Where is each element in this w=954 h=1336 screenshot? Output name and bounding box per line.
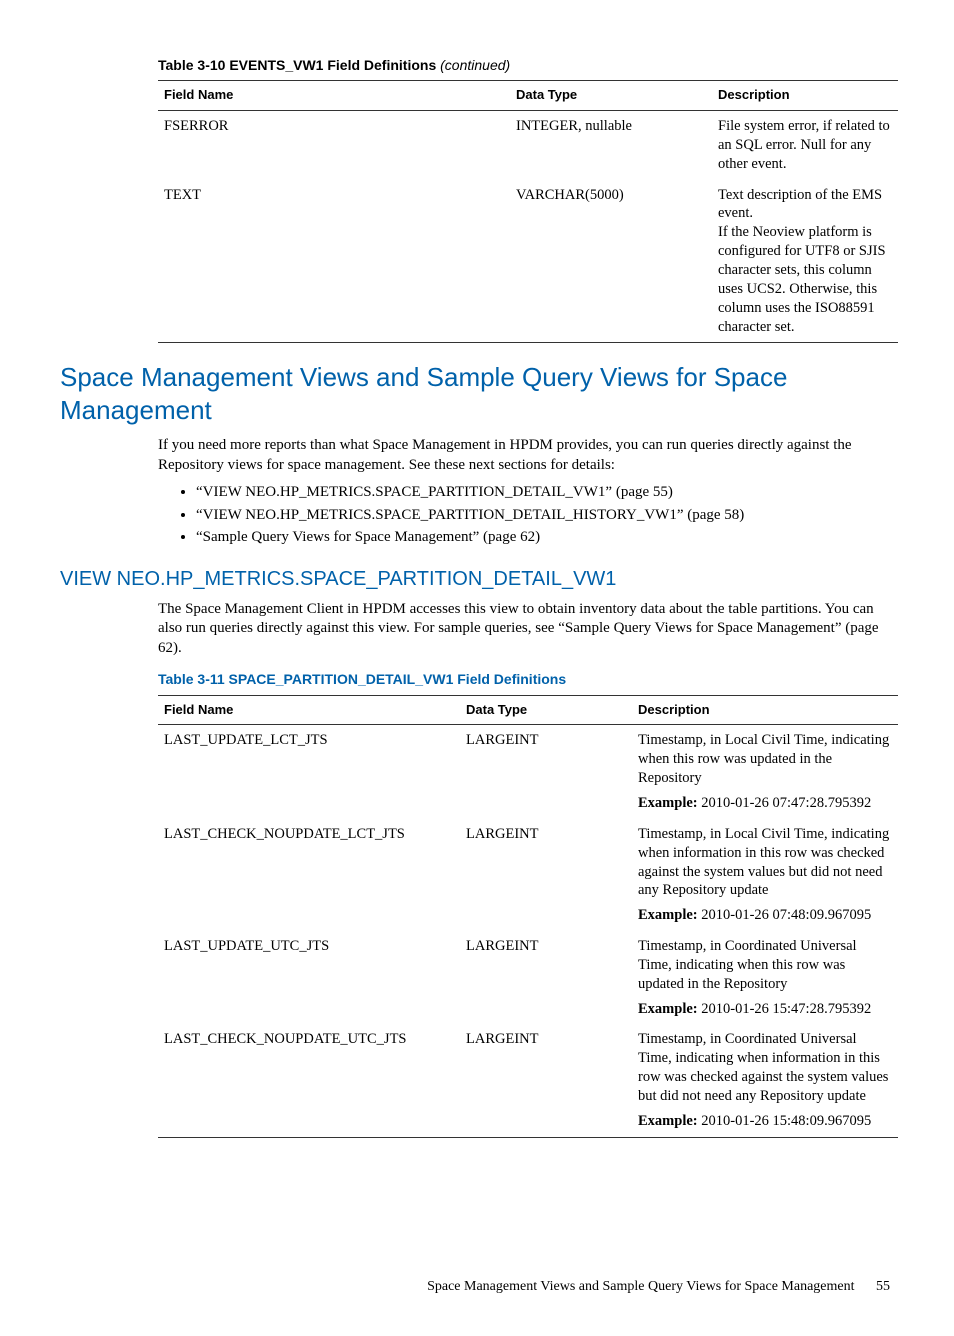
cell-desc: File system error, if related to an SQL … [712, 111, 898, 180]
cell-desc: Timestamp, in Local Civil Time, indicati… [632, 819, 898, 931]
view-intro-text-b: . [178, 640, 182, 656]
view-intro: The Space Management Client in HPDM acce… [158, 600, 894, 659]
table-311: Field Name Data Type Description LAST_UP… [158, 695, 898, 1138]
table-row: LAST_UPDATE_UTC_JTS LARGEINT Timestamp, … [158, 931, 898, 1024]
desc-example: Example: 2010-01-26 15:47:28.795392 [638, 1000, 892, 1019]
example-value: 2010-01-26 15:47:28.795392 [698, 1001, 872, 1017]
th-type: Data Type [510, 81, 712, 111]
cell-desc: Timestamp, in Coordinated Universal Time… [632, 1024, 898, 1137]
table-310-title: Table 3-10 EVENTS_VW1 Field Definitions … [158, 56, 894, 74]
desc-example: Example: 2010-01-26 07:48:09.967095 [638, 906, 892, 925]
table-row: LAST_UPDATE_LCT_JTS LARGEINT Timestamp, … [158, 725, 898, 819]
cell-field: FSERROR [158, 111, 510, 180]
cell-field: TEXT [158, 180, 510, 343]
cell-type: LARGEINT [460, 725, 632, 819]
th-field: Field Name [158, 695, 460, 725]
desc-text: Timestamp, in Coordinated Universal Time… [638, 937, 892, 994]
example-label: Example: [638, 1001, 698, 1017]
list-item[interactable]: “Sample Query Views for Space Management… [196, 528, 894, 548]
cell-desc: Text description of the EMS event. If th… [712, 180, 898, 343]
cell-field: LAST_UPDATE_UTC_JTS [158, 931, 460, 1024]
table-row: LAST_CHECK_NOUPDATE_UTC_JTS LARGEINT Tim… [158, 1024, 898, 1137]
th-desc: Description [712, 81, 898, 111]
example-label: Example: [638, 795, 698, 811]
desc-text: Timestamp, in Coordinated Universal Time… [638, 1030, 892, 1105]
desc-example: Example: 2010-01-26 07:47:28.795392 [638, 794, 892, 813]
table-311-title: Table 3-11 SPACE_PARTITION_DETAIL_VW1 Fi… [158, 670, 894, 688]
footer-text: Space Management Views and Sample Query … [427, 1279, 854, 1294]
example-value: 2010-01-26 07:48:09.967095 [698, 907, 872, 923]
table-row: LAST_CHECK_NOUPDATE_LCT_JTS LARGEINT Tim… [158, 819, 898, 931]
cell-field: LAST_UPDATE_LCT_JTS [158, 725, 460, 819]
cell-type: INTEGER, nullable [510, 111, 712, 180]
th-field: Field Name [158, 81, 510, 111]
cell-type: LARGEINT [460, 819, 632, 931]
cell-desc: Timestamp, in Coordinated Universal Time… [632, 931, 898, 1024]
example-value: 2010-01-26 07:47:28.795392 [698, 795, 872, 811]
example-label: Example: [638, 1113, 698, 1129]
table-310: Field Name Data Type Description FSERROR… [158, 80, 898, 343]
th-type: Data Type [460, 695, 632, 725]
list-item[interactable]: “VIEW NEO.HP_METRICS.SPACE_PARTITION_DET… [196, 483, 894, 503]
desc-text: Timestamp, in Local Civil Time, indicati… [638, 731, 892, 788]
subsection-heading: VIEW NEO.HP_METRICS.SPACE_PARTITION_DETA… [60, 566, 894, 592]
link-list: “VIEW NEO.HP_METRICS.SPACE_PARTITION_DET… [158, 483, 894, 548]
cell-desc: Timestamp, in Local Civil Time, indicati… [632, 725, 898, 819]
list-item[interactable]: “VIEW NEO.HP_METRICS.SPACE_PARTITION_DET… [196, 506, 894, 526]
table-row: TEXT VARCHAR(5000) Text description of t… [158, 180, 898, 343]
cell-type: VARCHAR(5000) [510, 180, 712, 343]
example-label: Example: [638, 907, 698, 923]
cell-type: LARGEINT [460, 1024, 632, 1137]
example-value: 2010-01-26 15:48:09.967095 [698, 1113, 872, 1129]
intro-paragraph: If you need more reports than what Space… [158, 436, 894, 475]
th-desc: Description [632, 695, 898, 725]
cell-field: LAST_CHECK_NOUPDATE_UTC_JTS [158, 1024, 460, 1137]
desc-example: Example: 2010-01-26 15:48:09.967095 [638, 1112, 892, 1131]
page-footer: Space Management Views and Sample Query … [60, 1278, 894, 1296]
table-310-title-prefix: Table 3-10 EVENTS_VW1 Field Definitions [158, 57, 440, 73]
section-heading: Space Management Views and Sample Query … [60, 361, 894, 426]
table-310-title-suffix: (continued) [440, 57, 510, 73]
desc-text: Timestamp, in Local Civil Time, indicati… [638, 825, 892, 900]
cell-type: LARGEINT [460, 931, 632, 1024]
table-row: FSERROR INTEGER, nullable File system er… [158, 111, 898, 180]
page-number: 55 [876, 1279, 890, 1294]
cell-field: LAST_CHECK_NOUPDATE_LCT_JTS [158, 819, 460, 931]
